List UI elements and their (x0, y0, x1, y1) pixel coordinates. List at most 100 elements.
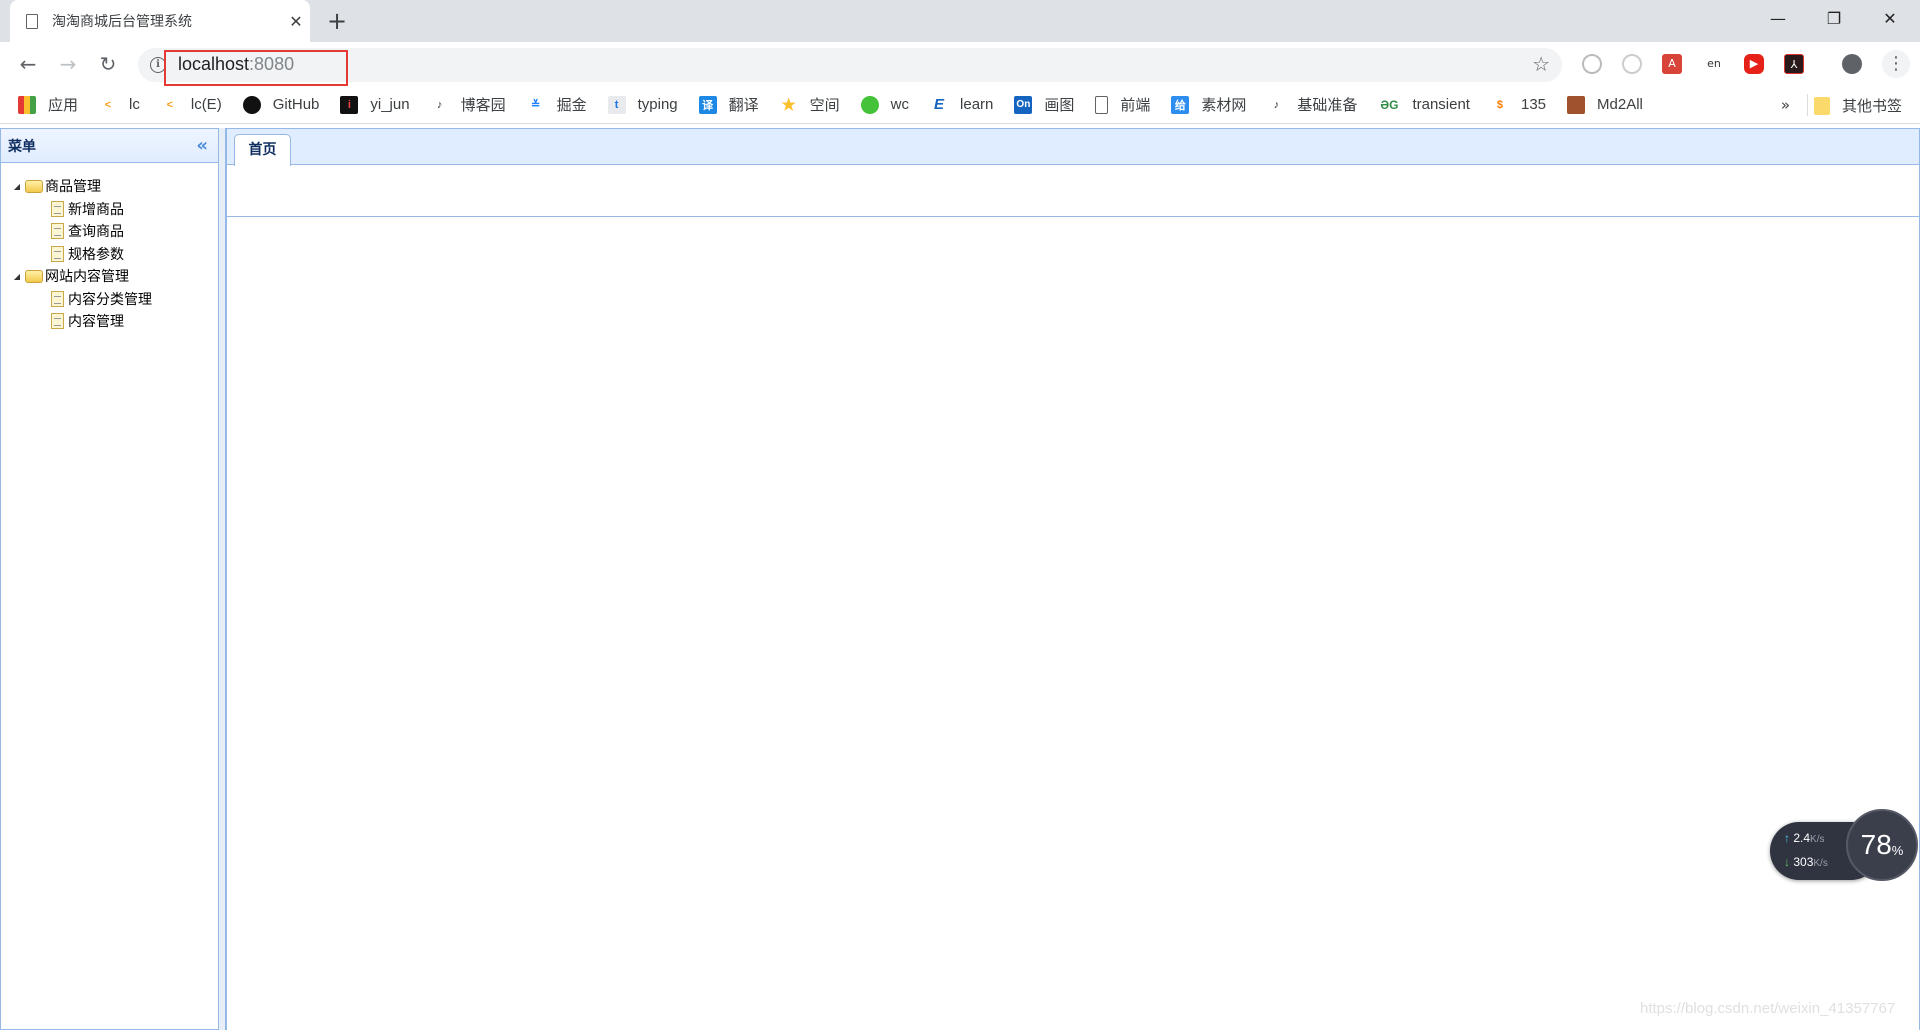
bookmark-label: Md2All (1597, 96, 1643, 113)
pdf-extension-icon[interactable]: ⅄ (1784, 54, 1804, 74)
expand-toggle-icon[interactable]: ◢ (9, 182, 25, 191)
admin-app: 菜单 « ◢ 商品管理 新增商品 查询商品 规格参数 ◢ 网站内容管理 内容分类… (0, 125, 1920, 1030)
new-tab-button[interactable]: + (322, 6, 352, 36)
bookmark-lc-e[interactable]: < lc(E) (161, 96, 222, 114)
page-icon (26, 13, 38, 29)
folder-icon (1813, 96, 1830, 115)
bookmark-github[interactable]: GitHub (242, 95, 319, 114)
menu-kebab-icon[interactable]: ⋮ (1882, 50, 1910, 78)
tree-leaf-label: 内容管理 (68, 314, 124, 331)
tree-leaf-label: 查询商品 (68, 224, 124, 241)
wechat-icon (860, 95, 879, 114)
browser-toolbar: ← → ↻ i localhost:8080 ☆ A en ▶ ⅄ ⋮ (0, 42, 1920, 86)
tree-leaf[interactable]: 规格参数 (1, 243, 218, 266)
bookmark-sucai[interactable]: 给素材网 (1171, 94, 1246, 115)
tree-node-goods[interactable]: ◢ 商品管理 (1, 175, 218, 198)
restore-button[interactable]: ❐ (1806, 0, 1862, 36)
bookmark-wc[interactable]: wc (860, 95, 910, 114)
forward-button[interactable]: → (54, 50, 82, 78)
bookmark-qzone[interactable]: ★ 空间 (780, 94, 840, 115)
content-panel: 首页 (226, 128, 1920, 1030)
bookmark-135[interactable]: $135 (1491, 96, 1546, 114)
bookmark-star-icon[interactable]: ☆ (1532, 52, 1550, 76)
bookmark-frontend[interactable]: 前端 (1095, 94, 1150, 115)
url-text[interactable]: localhost:8080 (178, 54, 294, 75)
onedraw-icon: On (1014, 95, 1033, 114)
qzone-star-icon: ★ (781, 96, 796, 114)
tab-content (227, 165, 1920, 217)
bookmark-md2all[interactable]: Md2All (1567, 95, 1643, 114)
tree-leaf[interactable]: 新增商品 (1, 198, 218, 221)
expand-toggle-icon[interactable]: ◢ (9, 272, 25, 281)
bookmarks-separator (1807, 94, 1808, 116)
file-icon (51, 313, 64, 330)
tab-home[interactable]: 首页 (234, 134, 291, 166)
cnblogs-icon: ♪ (1273, 98, 1280, 111)
window-close-button[interactable]: ✕ (1862, 0, 1918, 36)
bookmark-label: learn (960, 96, 994, 113)
usage-percent-sign: % (1891, 842, 1904, 858)
bookmark-cnblogs[interactable]: ♪ 博客园 (431, 94, 506, 115)
bookmark-label: wc (890, 96, 910, 113)
github-icon (242, 95, 261, 114)
yijun-icon: i (340, 95, 359, 114)
learn-icon: E (934, 96, 945, 113)
layout-splitter[interactable] (219, 128, 226, 1030)
bookmark-typing[interactable]: t typing (607, 95, 678, 114)
bookmark-transient[interactable]: ƏG transient (1378, 96, 1470, 114)
bookmark-draw[interactable]: On 画图 (1014, 94, 1074, 115)
bookmark-yi-jun[interactable]: i yi_jun (340, 95, 410, 114)
dictionary-extension-icon[interactable]: A (1662, 54, 1682, 74)
back-button[interactable]: ← (14, 50, 42, 78)
tree-node-content[interactable]: ◢ 网站内容管理 (1, 265, 218, 288)
bookmark-label: 掘金 (556, 97, 587, 114)
leetcode-icon: < (166, 98, 174, 111)
url-host: localhost (178, 54, 250, 74)
browser-tab[interactable]: 淘淘商城后台管理系统 ✕ (10, 0, 310, 42)
tree-leaf[interactable]: 内容分类管理 (1, 288, 218, 311)
bookmark-label: 博客园 (460, 97, 506, 114)
translate-icon: 译 (698, 95, 717, 114)
bookmark-label: 画图 (1044, 97, 1075, 114)
tabs-header: 首页 (227, 128, 1920, 166)
collapse-left-icon[interactable]: « (196, 135, 208, 156)
bookmark-apps[interactable]: 应用 (18, 94, 78, 115)
minimize-button[interactable]: — (1750, 0, 1806, 36)
bookmarks-overflow-button[interactable]: » (1781, 96, 1790, 114)
menu-tree: ◢ 商品管理 新增商品 查询商品 规格参数 ◢ 网站内容管理 内容分类管理 内容… (1, 163, 218, 333)
address-bar[interactable]: i localhost:8080 ☆ (138, 48, 1562, 86)
file-icon (51, 245, 64, 262)
upload-unit: K/s (1810, 834, 1825, 845)
other-bookmarks-label: 其他书签 (1841, 97, 1902, 115)
juejin-icon: ≚ (530, 99, 541, 111)
bookmark-label: 前端 (1120, 97, 1151, 114)
extension-icon-2[interactable] (1622, 54, 1642, 74)
bookmark-label: 空间 (809, 97, 840, 114)
reload-button[interactable]: ↻ (94, 50, 122, 78)
bookmark-translate[interactable]: 译翻译 (698, 94, 759, 115)
tree-leaf[interactable]: 查询商品 (1, 220, 218, 243)
bookmark-lc[interactable]: < lc (99, 96, 140, 114)
netspeed-widget[interactable]: ↑ 2.4K/s ↓ 303K/s 78% (1770, 808, 1918, 892)
bookmark-label: lc (129, 96, 140, 113)
bookmark-label: yi_jun (370, 96, 410, 113)
tree-leaf[interactable]: 内容管理 (1, 310, 218, 333)
bookmark-learn[interactable]: Elearn (930, 96, 993, 114)
browser-tabstrip: 淘淘商城后台管理系统 ✕ + — ❐ ✕ (0, 0, 1920, 42)
bookmark-basics[interactable]: ♪ 基础准备 (1267, 94, 1358, 115)
bookmark-juejin[interactable]: ≚ 掘金 (527, 94, 587, 115)
tree-node-label: 商品管理 (45, 179, 101, 196)
extension-icon-1[interactable] (1582, 54, 1602, 74)
translate-extension-icon[interactable]: en (1704, 54, 1724, 74)
download-unit: K/s (1813, 858, 1828, 869)
file-icon (51, 290, 64, 307)
tree-leaf-label: 规格参数 (68, 246, 124, 263)
other-bookmarks[interactable]: 其他书签 (1813, 95, 1902, 116)
menu-panel: 菜单 « ◢ 商品管理 新增商品 查询商品 规格参数 ◢ 网站内容管理 内容分类… (0, 128, 219, 1030)
tree-leaf-label: 内容分类管理 (68, 291, 152, 308)
sucai-icon: 给 (1171, 95, 1190, 114)
video-extension-icon[interactable]: ▶ (1744, 54, 1764, 74)
bookmark-label: typing (637, 96, 678, 113)
profile-icon[interactable] (1842, 54, 1862, 74)
tab-close-icon[interactable]: ✕ (282, 12, 310, 31)
